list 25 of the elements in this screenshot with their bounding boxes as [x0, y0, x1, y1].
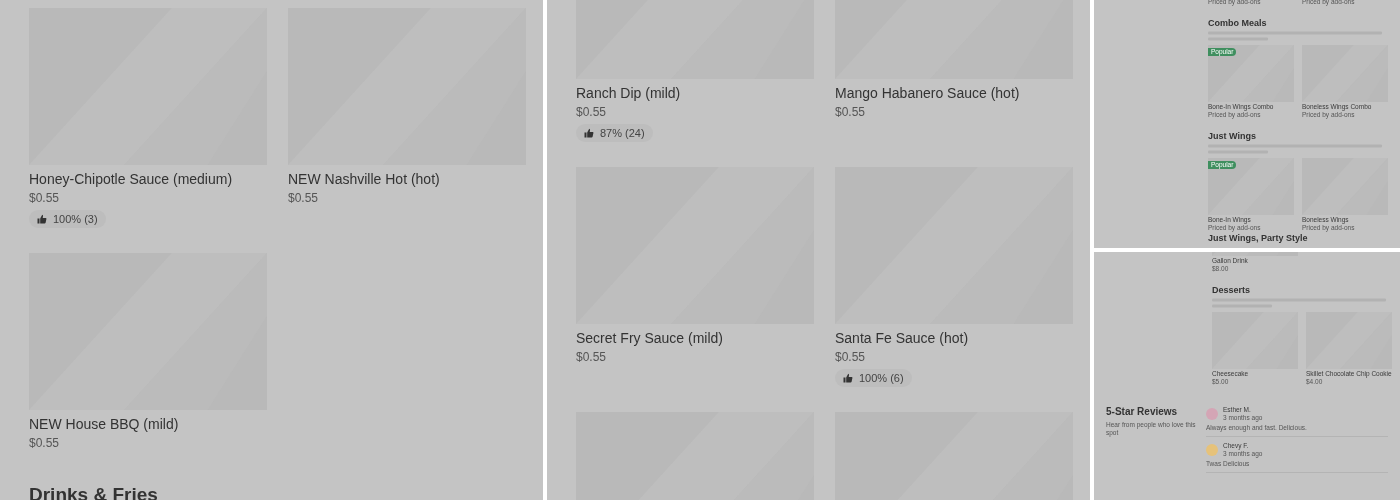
thumbs-up-icon: [584, 128, 594, 138]
section-heading: Combo Meals: [1208, 18, 1268, 29]
item-name: Santa Fe Sauce (hot): [835, 329, 970, 348]
thumbs-up-icon: [37, 214, 47, 224]
item-name: Honey-Chipotle Sauce (medium): [29, 170, 234, 189]
item-price: $0.55: [835, 104, 867, 121]
item-price: $0.55: [29, 190, 61, 207]
item-name: NEW House BBQ (mild): [29, 415, 180, 434]
item-price: $0.55: [576, 349, 608, 366]
thumbs-up-icon: [843, 373, 853, 383]
rating-badge: 87% (24): [576, 124, 653, 142]
item-name: Ranch Dip (mild): [576, 84, 682, 103]
item-price: $0.55: [288, 190, 320, 207]
section-heading: 5-Star Reviews: [1106, 406, 1179, 418]
item-name: Mango Habanero Sauce (hot): [835, 84, 1021, 103]
item-name: NEW Nashville Hot (hot): [288, 170, 441, 189]
section-heading: Just Wings, Party Style: [1208, 233, 1309, 244]
item-name: Secret Fry Sauce (mild): [576, 329, 725, 348]
item-price: $0.55: [29, 435, 61, 452]
section-heading: Just Wings: [1208, 131, 1257, 142]
section-heading: Desserts: [1212, 285, 1252, 296]
item-price: $0.55: [835, 349, 867, 366]
item-price: $0.55: [576, 104, 608, 121]
rating-badge: 100% (6): [835, 369, 912, 387]
rating-badge: 100% (3): [29, 210, 106, 228]
